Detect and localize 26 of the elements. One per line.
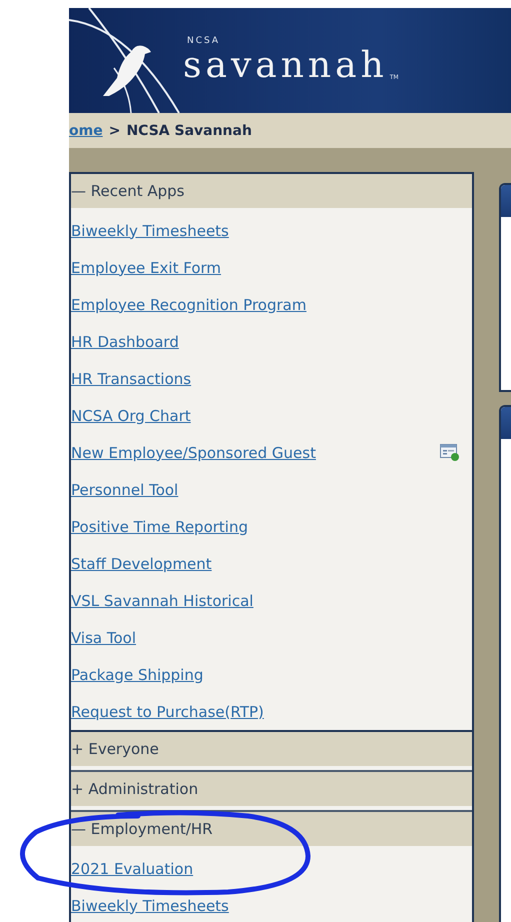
app-link[interactable]: New Employee/Sponsored Guest [71, 444, 316, 462]
logo-title: savannah [183, 46, 388, 86]
app-link[interactable]: Request to Purchase(RTP) [71, 702, 264, 720]
card-header [501, 185, 511, 217]
breadcrumb-separator: > [108, 122, 120, 138]
app-link[interactable]: NCSA Org Chart [71, 406, 191, 424]
app-link[interactable]: Biweekly Timesheets [71, 896, 229, 914]
app-link[interactable]: 2021 Evaluation [71, 860, 194, 878]
add-window-icon[interactable] [440, 444, 460, 462]
app-link[interactable]: Visa Tool [71, 628, 136, 646]
app-link[interactable]: Employee Recognition Program [71, 296, 306, 314]
logo-subtitle: NCSA [186, 36, 222, 46]
breadcrumb-link[interactable]: ome [69, 122, 103, 138]
app-link[interactable]: Personnel Tool [71, 480, 178, 498]
section-header[interactable]: — Recent Apps [71, 174, 472, 208]
section-header[interactable]: — Employment/HR [71, 812, 472, 846]
app-link[interactable]: VSL Savannah Historical [71, 592, 254, 610]
app-link[interactable]: HR Transactions [71, 370, 192, 388]
card-header [501, 407, 511, 440]
breadcrumb-current: NCSA Savannah [126, 122, 252, 138]
app-link[interactable]: Positive Time Reporting [71, 518, 248, 536]
app-link[interactable]: Employee Exit Form [71, 258, 222, 276]
app-link[interactable]: HR Dashboard [71, 332, 179, 350]
app-link[interactable]: Biweekly Timesheets [71, 222, 229, 240]
app-link[interactable]: Staff Development [71, 554, 212, 572]
app-link[interactable]: Package Shipping [71, 666, 204, 684]
